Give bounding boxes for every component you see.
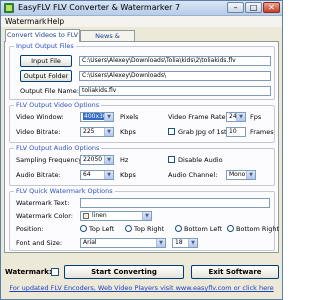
chevron-down-icon: ▼ (104, 113, 113, 121)
chevron-down-icon: ▼ (246, 171, 255, 179)
video-bitrate-unit: Kbps (120, 128, 136, 136)
watermark-text-input[interactable] (80, 198, 270, 208)
grab-frames-unit: Frames (250, 128, 274, 136)
input-output-group: Input Output Files Input File C:\Users\A… (9, 42, 275, 100)
tab-convert-videos[interactable]: Convert Videos to FLV (5, 29, 80, 42)
audio-bitrate-select[interactable]: 64 ▼ (80, 170, 114, 180)
app-icon (4, 3, 14, 13)
position-bottom-right-label: Bottom Right (236, 225, 280, 233)
audio-channel-select[interactable]: Mono ▼ (226, 170, 256, 180)
watermark-options-group: FLV Quick Watermark Options Watermark Te… (9, 187, 279, 251)
app-window: EasyFLV FLV Converter & Watermarker 7 – … (0, 0, 283, 300)
menu-bar: Watermark Help (1, 16, 282, 27)
output-filename-label: Output File Name: (20, 87, 79, 95)
video-bitrate-select[interactable]: 225 ▼ (80, 127, 114, 137)
sampling-select[interactable]: 22050 ▼ (80, 155, 114, 165)
input-file-path[interactable]: C:\Users\Alexey\Downloads\Tolia\kids\2\t… (79, 56, 271, 66)
minimize-button[interactable]: – (227, 2, 244, 13)
tab-panel: Input Output Files Input File C:\Users\A… (4, 41, 279, 253)
menu-help[interactable]: Help (47, 17, 64, 26)
input-file-button[interactable]: Input File (20, 55, 72, 67)
position-label: Position: (16, 225, 44, 233)
group-title-input-output: Input Output Files (14, 42, 76, 50)
exit-software-button[interactable]: Exit Software (191, 265, 279, 279)
position-top-right-radio[interactable] (125, 225, 132, 232)
font-size-select[interactable]: 18 ▼ (172, 238, 198, 248)
grab-frames-input[interactable]: 10 (226, 127, 246, 137)
watermark-toggle-label: Watermark: (5, 268, 52, 276)
video-window-label: Video Window: (16, 113, 64, 121)
watermark-checkbox[interactable] (51, 268, 59, 276)
output-filename-input[interactable]: toliakids.flv (79, 86, 271, 96)
video-options-group: FLV Output Video Options Video Window: 4… (9, 101, 275, 143)
close-button[interactable]: ✕ (263, 2, 280, 13)
output-folder-path[interactable]: C:\Users\Alexey\Downloads\ (79, 71, 271, 81)
position-bottom-left-label: Bottom Left (184, 225, 223, 233)
audio-channel-label: Audio Channel: (168, 171, 218, 179)
chevron-down-icon: ▼ (142, 212, 151, 220)
disable-audio-checkbox[interactable] (168, 156, 175, 163)
position-bottom-left-radio[interactable] (175, 225, 182, 232)
framerate-unit: Fps (250, 113, 262, 121)
output-folder-button[interactable]: Output Folder (20, 70, 72, 82)
watermark-color-label: Watermark Color: (16, 212, 73, 220)
font-size-label: Font and Size: (16, 239, 63, 247)
position-top-left-label: Top Left (89, 225, 115, 233)
footer-link[interactable]: For updated FLV Encoders, Web Video Play… (1, 284, 282, 293)
audio-bitrate-unit: Kbps (120, 171, 136, 179)
position-top-right-label: Top Right (134, 225, 165, 233)
video-window-select[interactable]: 400x300 ▼ (80, 112, 114, 122)
group-title-video: FLV Output Video Options (14, 101, 102, 109)
maximize-button[interactable]: □ (245, 2, 262, 13)
position-top-left-radio[interactable] (80, 225, 87, 232)
disable-audio-label: Disable Audio (178, 156, 223, 164)
tab-news-updates[interactable]: News & Updates (80, 30, 135, 50)
color-swatch (83, 213, 89, 219)
video-window-unit: Pixels (120, 113, 139, 121)
start-converting-button[interactable]: Start Converting (64, 265, 184, 279)
grab-jpg-label: Grab Jpg of 1st (178, 128, 227, 136)
watermark-color-select[interactable]: linen ▼ (80, 211, 152, 221)
font-select[interactable]: Arial ▼ (80, 238, 166, 248)
window-title: EasyFLV FLV Converter & Watermarker 7 (18, 3, 181, 12)
chevron-down-icon: ▼ (156, 239, 165, 247)
grab-jpg-checkbox[interactable] (168, 128, 175, 135)
chevron-down-icon: ▼ (236, 113, 245, 121)
framerate-label: Video Frame Rate: (168, 113, 228, 121)
sampling-label: Sampling Frequency: (16, 156, 84, 164)
chevron-down-icon: ▼ (104, 171, 113, 179)
position-bottom-right-radio[interactable] (227, 225, 234, 232)
title-bar[interactable]: EasyFLV FLV Converter & Watermarker 7 – … (1, 1, 282, 16)
menu-watermark[interactable]: Watermark (5, 17, 46, 26)
chevron-down-icon: ▼ (104, 156, 113, 164)
group-title-audio: FLV Output Audio Options (14, 144, 102, 152)
video-bitrate-label: Video Bitrate: (16, 128, 61, 136)
chevron-down-icon: ▼ (104, 128, 113, 136)
framerate-select[interactable]: 24 ▼ (226, 112, 246, 122)
watermark-text-label: Watermark Text: (16, 199, 70, 207)
sampling-unit: Hz (120, 156, 129, 164)
chevron-down-icon: ▼ (188, 239, 197, 247)
group-title-watermark: FLV Quick Watermark Options (14, 187, 115, 195)
audio-bitrate-label: Audio Bitrate: (16, 171, 61, 179)
audio-options-group: FLV Output Audio Options Sampling Freque… (9, 144, 275, 186)
